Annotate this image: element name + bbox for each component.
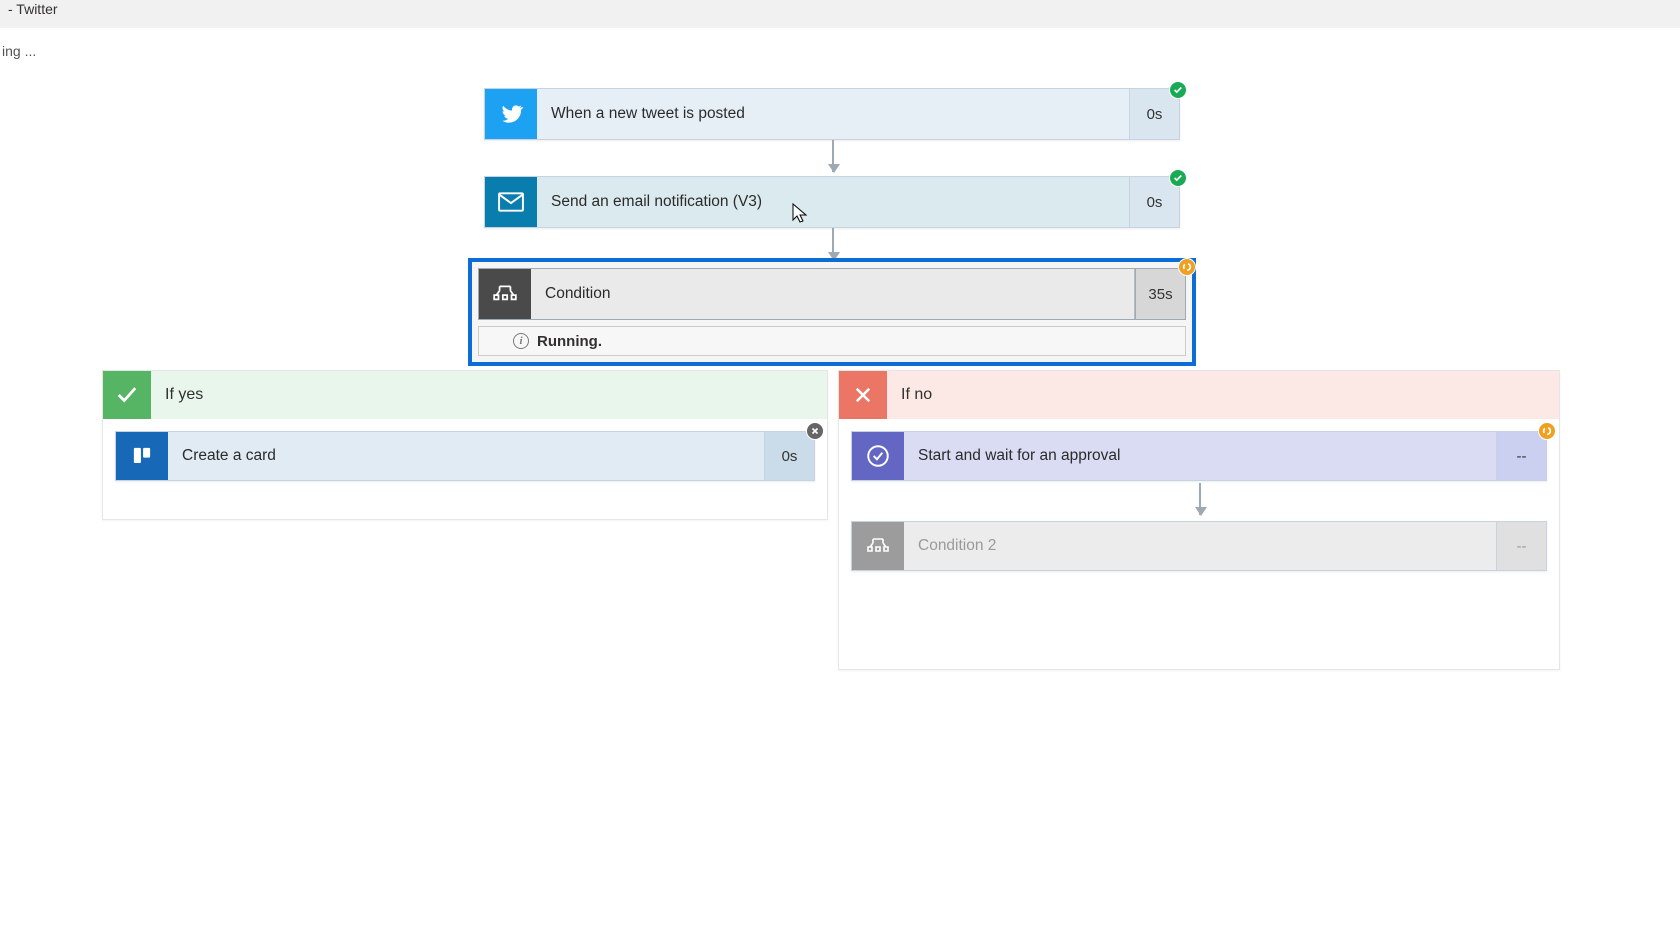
condition-header[interactable]: Condition 35s — [478, 268, 1186, 320]
approval-step[interactable]: Start and wait for an approval -- — [851, 431, 1547, 481]
arrow-icon — [832, 140, 834, 172]
condition-icon — [479, 269, 531, 319]
branch-yes-label: If yes — [151, 371, 827, 419]
branch-yes-container[interactable]: If yes Create a card 0s — [102, 370, 828, 520]
cancel-badge-icon — [806, 422, 824, 440]
create-card-duration: 0s — [764, 432, 814, 480]
email-step-title: Send an email notification (V3) — [537, 177, 1129, 227]
condition-icon — [852, 522, 904, 570]
condition2-duration: -- — [1496, 522, 1546, 570]
trigger-card[interactable]: When a new tweet is posted 0s — [484, 88, 1180, 140]
success-badge-icon — [1169, 169, 1187, 187]
loading-text: ing ... — [2, 43, 36, 59]
window-title: - Twitter — [8, 1, 58, 17]
check-icon — [103, 371, 151, 419]
success-badge-icon — [1169, 81, 1187, 99]
create-card-title: Create a card — [168, 432, 764, 480]
condition-status-text: Running. — [537, 333, 602, 350]
trigger-title: When a new tweet is posted — [537, 89, 1129, 139]
condition2-title: Condition 2 — [904, 522, 1496, 570]
approval-icon — [852, 432, 904, 480]
running-badge-icon — [1178, 258, 1196, 276]
trello-icon — [116, 432, 168, 480]
running-badge-icon — [1538, 422, 1556, 440]
mail-icon — [485, 177, 537, 227]
window-title-bar: - Twitter — [0, 0, 1680, 28]
branch-no-label: If no — [887, 371, 1559, 419]
info-icon: i — [513, 333, 529, 349]
arrow-icon — [1199, 483, 1201, 515]
condition-status-row: i Running. — [478, 326, 1186, 356]
twitter-icon — [485, 89, 537, 139]
condition-duration: 35s — [1135, 269, 1185, 319]
create-card-step[interactable]: Create a card 0s — [115, 431, 815, 481]
branch-no-header[interactable]: If no — [839, 371, 1559, 419]
loading-indicator: ing ... — [2, 43, 36, 59]
approval-title: Start and wait for an approval — [904, 432, 1496, 480]
condition-title: Condition — [531, 269, 1135, 319]
condition-card-selected[interactable]: Condition 35s i Running. — [468, 258, 1196, 366]
flow-canvas[interactable]: When a new tweet is posted 0s Send an em… — [0, 60, 1680, 945]
approval-duration: -- — [1496, 432, 1546, 480]
email-step-card[interactable]: Send an email notification (V3) 0s — [484, 176, 1180, 228]
condition2-step[interactable]: Condition 2 -- — [851, 521, 1547, 571]
cross-icon — [839, 371, 887, 419]
arrow-icon — [832, 228, 834, 260]
branch-no-container[interactable]: If no Start and wait for an approval -- … — [838, 370, 1560, 670]
branch-yes-header[interactable]: If yes — [103, 371, 827, 419]
